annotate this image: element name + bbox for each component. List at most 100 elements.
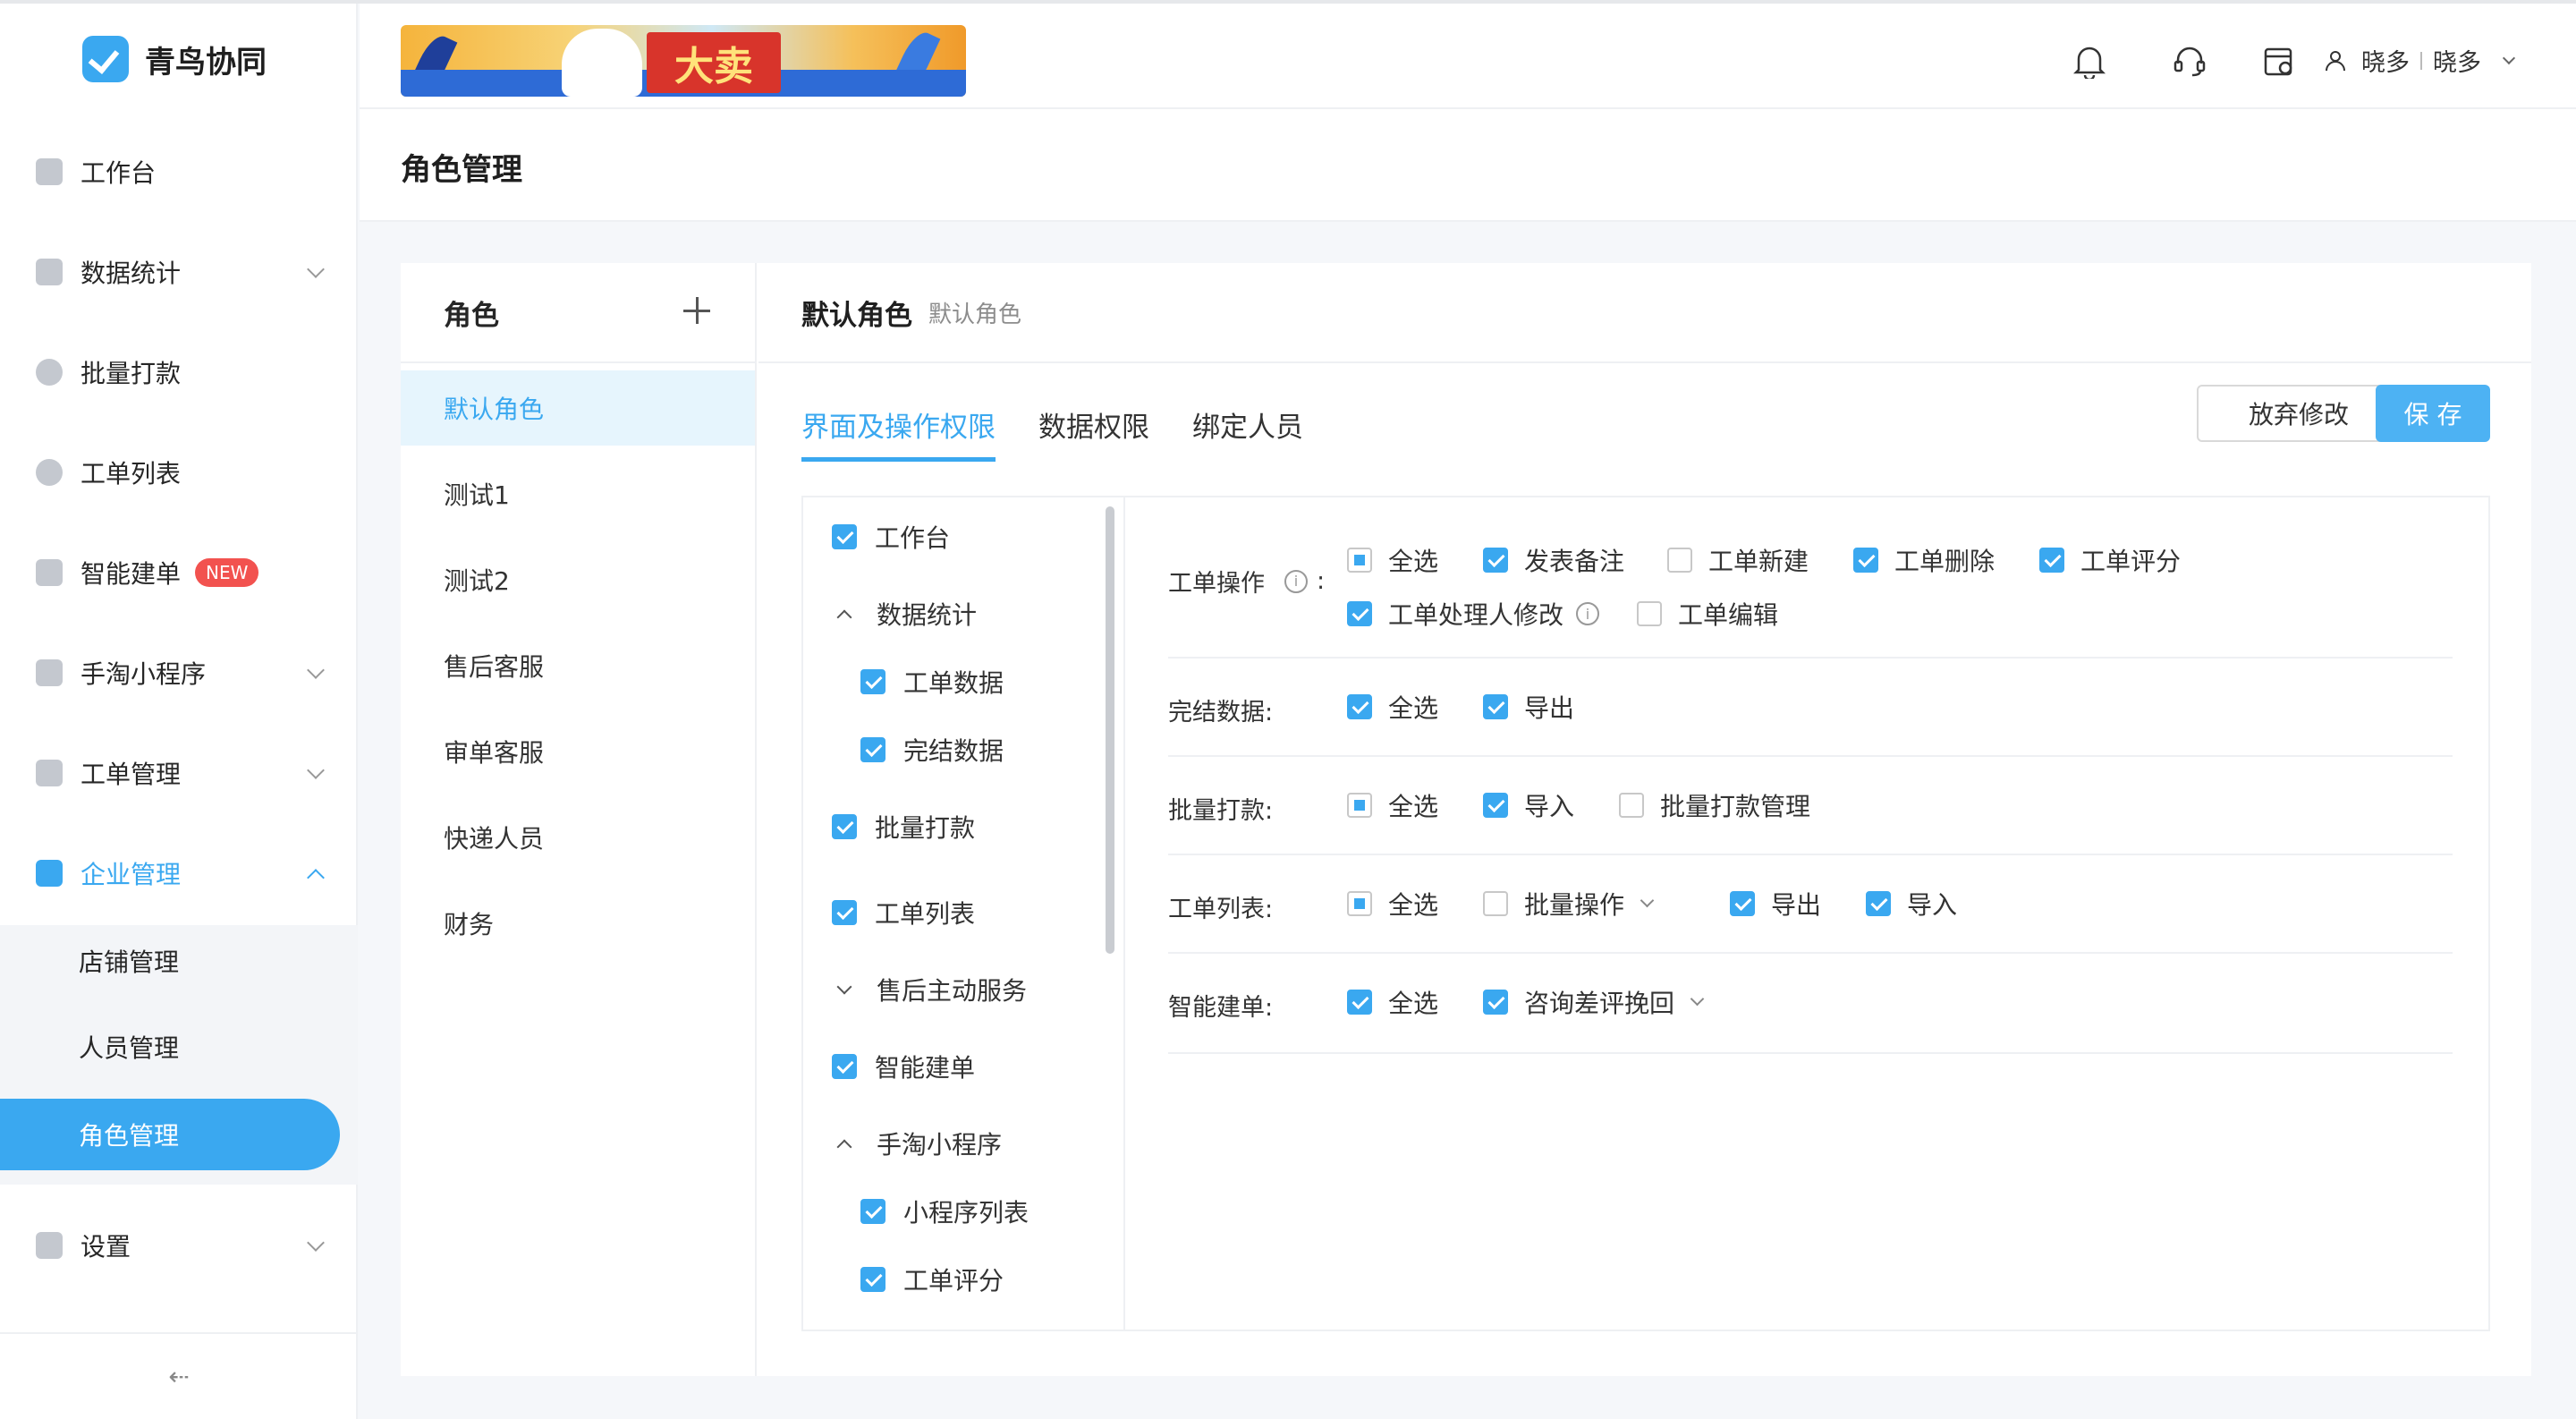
checkbox[interactable] bbox=[1866, 891, 1891, 916]
role-item[interactable]: 测试2 bbox=[401, 542, 755, 617]
checkbox[interactable] bbox=[860, 1199, 886, 1224]
permission-option[interactable]: 导入 bbox=[1483, 787, 1574, 823]
permission-option[interactable]: 全选 bbox=[1347, 689, 1438, 725]
permission-option[interactable]: 批量打款管理 bbox=[1619, 787, 1810, 823]
permission-option[interactable]: 全选 bbox=[1347, 787, 1438, 823]
sidebar-item-enterprise[interactable]: 企业管理 bbox=[0, 830, 358, 916]
role-item[interactable]: 测试1 bbox=[401, 456, 755, 531]
tree-node[interactable]: 智能建单 bbox=[832, 1047, 975, 1086]
tab-data-permissions[interactable]: 数据权限 bbox=[1038, 397, 1149, 462]
permission-option[interactable]: 工单编辑 bbox=[1637, 596, 1778, 632]
tree-node[interactable]: 工单数据 bbox=[860, 662, 1004, 701]
caret-up-icon[interactable] bbox=[836, 609, 852, 625]
save-button[interactable]: 保 存 bbox=[2376, 385, 2490, 442]
caret-down-icon[interactable] bbox=[836, 979, 852, 995]
divider bbox=[2420, 51, 2422, 70]
sidebar-item-role-management[interactable]: 角色管理 bbox=[0, 1099, 340, 1170]
checkbox[interactable] bbox=[1483, 548, 1508, 573]
checkbox[interactable] bbox=[1347, 891, 1372, 916]
sidebar: 青鸟协同 工作台 数据统计 批量打款 工单列表 智能建单 NEW 手淘小程序 工… bbox=[0, 4, 358, 1419]
permission-option[interactable]: 工单新建 bbox=[1667, 542, 1809, 578]
sidebar-item-mini-program[interactable]: 手淘小程序 bbox=[0, 630, 358, 716]
chevron-down-icon[interactable] bbox=[1640, 893, 1655, 907]
tree-node[interactable]: 工单评分 bbox=[860, 1260, 1004, 1299]
collapse-sidebar-button[interactable]: ⇠ bbox=[0, 1332, 358, 1419]
tab-bound-staff[interactable]: 绑定人员 bbox=[1192, 397, 1303, 462]
info-icon[interactable]: i bbox=[1576, 602, 1600, 625]
user-menu[interactable]: 晓多 晓多 bbox=[2324, 43, 2516, 78]
checkbox[interactable] bbox=[1730, 891, 1755, 916]
caret-up-icon[interactable] bbox=[836, 1139, 852, 1155]
option-label: 导入 bbox=[1524, 792, 1575, 821]
checkbox[interactable] bbox=[832, 524, 857, 549]
permission-option[interactable]: 全选 bbox=[1347, 984, 1438, 1020]
permission-option[interactable]: 工单处理人修改 i bbox=[1347, 596, 1608, 632]
permission-option[interactable]: 咨询差评挽回 bbox=[1483, 984, 1705, 1020]
checkbox[interactable] bbox=[1483, 990, 1508, 1015]
checkbox[interactable] bbox=[860, 669, 886, 694]
option-label: 全选 bbox=[1388, 792, 1439, 821]
permission-option[interactable]: 工单评分 bbox=[2039, 542, 2181, 578]
tree-node[interactable]: 数据统计 bbox=[832, 594, 977, 633]
tree-node[interactable]: 手淘小程序 bbox=[832, 1124, 1002, 1163]
checkbox[interactable] bbox=[832, 814, 857, 839]
checkbox[interactable] bbox=[1347, 694, 1372, 719]
notification-bell-icon[interactable] bbox=[2072, 43, 2107, 79]
customer-service-headset-icon[interactable] bbox=[2172, 43, 2207, 79]
chevron-down-icon[interactable] bbox=[1690, 991, 1705, 1006]
permission-option[interactable]: 导出 bbox=[1730, 886, 1821, 922]
checkbox[interactable] bbox=[832, 1054, 857, 1079]
permission-option[interactable]: 批量操作 bbox=[1483, 886, 1655, 922]
tree-scrollbar[interactable] bbox=[1106, 506, 1114, 954]
tree-node[interactable]: 小程序列表 bbox=[860, 1192, 1029, 1231]
sidebar-item-settings[interactable]: 设置 bbox=[0, 1202, 358, 1288]
calendar-settings-icon[interactable] bbox=[2261, 43, 2297, 79]
permission-option[interactable]: 导出 bbox=[1483, 689, 1574, 725]
tree-node[interactable]: 完结数据 bbox=[860, 730, 1004, 769]
permission-option[interactable]: 工单删除 bbox=[1853, 542, 1995, 578]
checkbox[interactable] bbox=[1483, 891, 1508, 916]
permission-option[interactable]: 发表备注 bbox=[1483, 542, 1624, 578]
role-item[interactable]: 财务 bbox=[401, 886, 755, 961]
checkbox[interactable] bbox=[1853, 548, 1878, 573]
checkbox[interactable] bbox=[1667, 548, 1692, 573]
tree-node[interactable]: 工单列表 bbox=[832, 893, 975, 932]
tree-node[interactable]: 售后主动服务 bbox=[832, 970, 1027, 1009]
sidebar-item-batch-payment[interactable]: 批量打款 bbox=[0, 329, 358, 415]
checkbox[interactable] bbox=[1347, 990, 1372, 1015]
promo-banner[interactable]: 大卖 bbox=[401, 25, 966, 97]
checkbox[interactable] bbox=[860, 737, 886, 762]
checkbox[interactable] bbox=[1637, 601, 1662, 626]
sidebar-item-workbench[interactable]: 工作台 bbox=[0, 129, 358, 215]
app-logo[interactable]: 青鸟协同 bbox=[82, 32, 267, 86]
discard-changes-button[interactable]: 放弃修改 bbox=[2197, 385, 2401, 442]
permission-option[interactable]: 全选 bbox=[1347, 542, 1438, 578]
tree-node[interactable]: 工作台 bbox=[832, 517, 950, 557]
checkbox[interactable] bbox=[860, 1267, 886, 1292]
role-item[interactable]: 默认角色 bbox=[401, 370, 755, 446]
checkbox[interactable] bbox=[1347, 793, 1372, 818]
permission-option[interactable]: 导入 bbox=[1866, 886, 1957, 922]
add-role-plus-icon[interactable] bbox=[682, 295, 712, 326]
info-icon[interactable]: i bbox=[1284, 569, 1308, 593]
sidebar-item-staff-management[interactable]: 人员管理 bbox=[0, 1011, 358, 1083]
role-item[interactable]: 快递人员 bbox=[401, 800, 755, 875]
checkbox[interactable] bbox=[1619, 793, 1644, 818]
sidebar-item-store-management[interactable]: 店铺管理 bbox=[0, 925, 358, 997]
checkbox[interactable] bbox=[1483, 694, 1508, 719]
user-name: 晓多 bbox=[2361, 49, 2410, 77]
tree-node[interactable]: 批量打款 bbox=[832, 807, 975, 846]
checkbox[interactable] bbox=[1347, 601, 1372, 626]
sidebar-item-smart-ticket[interactable]: 智能建单 NEW bbox=[0, 530, 358, 616]
role-item[interactable]: 售后客服 bbox=[401, 628, 755, 703]
checkbox[interactable] bbox=[2039, 548, 2064, 573]
checkbox[interactable] bbox=[1347, 548, 1372, 573]
checkbox[interactable] bbox=[832, 900, 857, 925]
sidebar-item-ticket-list[interactable]: 工单列表 bbox=[0, 429, 358, 515]
checkbox[interactable] bbox=[1483, 793, 1508, 818]
role-item[interactable]: 审单客服 bbox=[401, 714, 755, 789]
sidebar-item-statistics[interactable]: 数据统计 bbox=[0, 229, 358, 315]
permission-option[interactable]: 全选 bbox=[1347, 886, 1438, 922]
tab-ui-permissions[interactable]: 界面及操作权限 bbox=[801, 397, 996, 462]
sidebar-item-ticket-management[interactable]: 工单管理 bbox=[0, 730, 358, 816]
